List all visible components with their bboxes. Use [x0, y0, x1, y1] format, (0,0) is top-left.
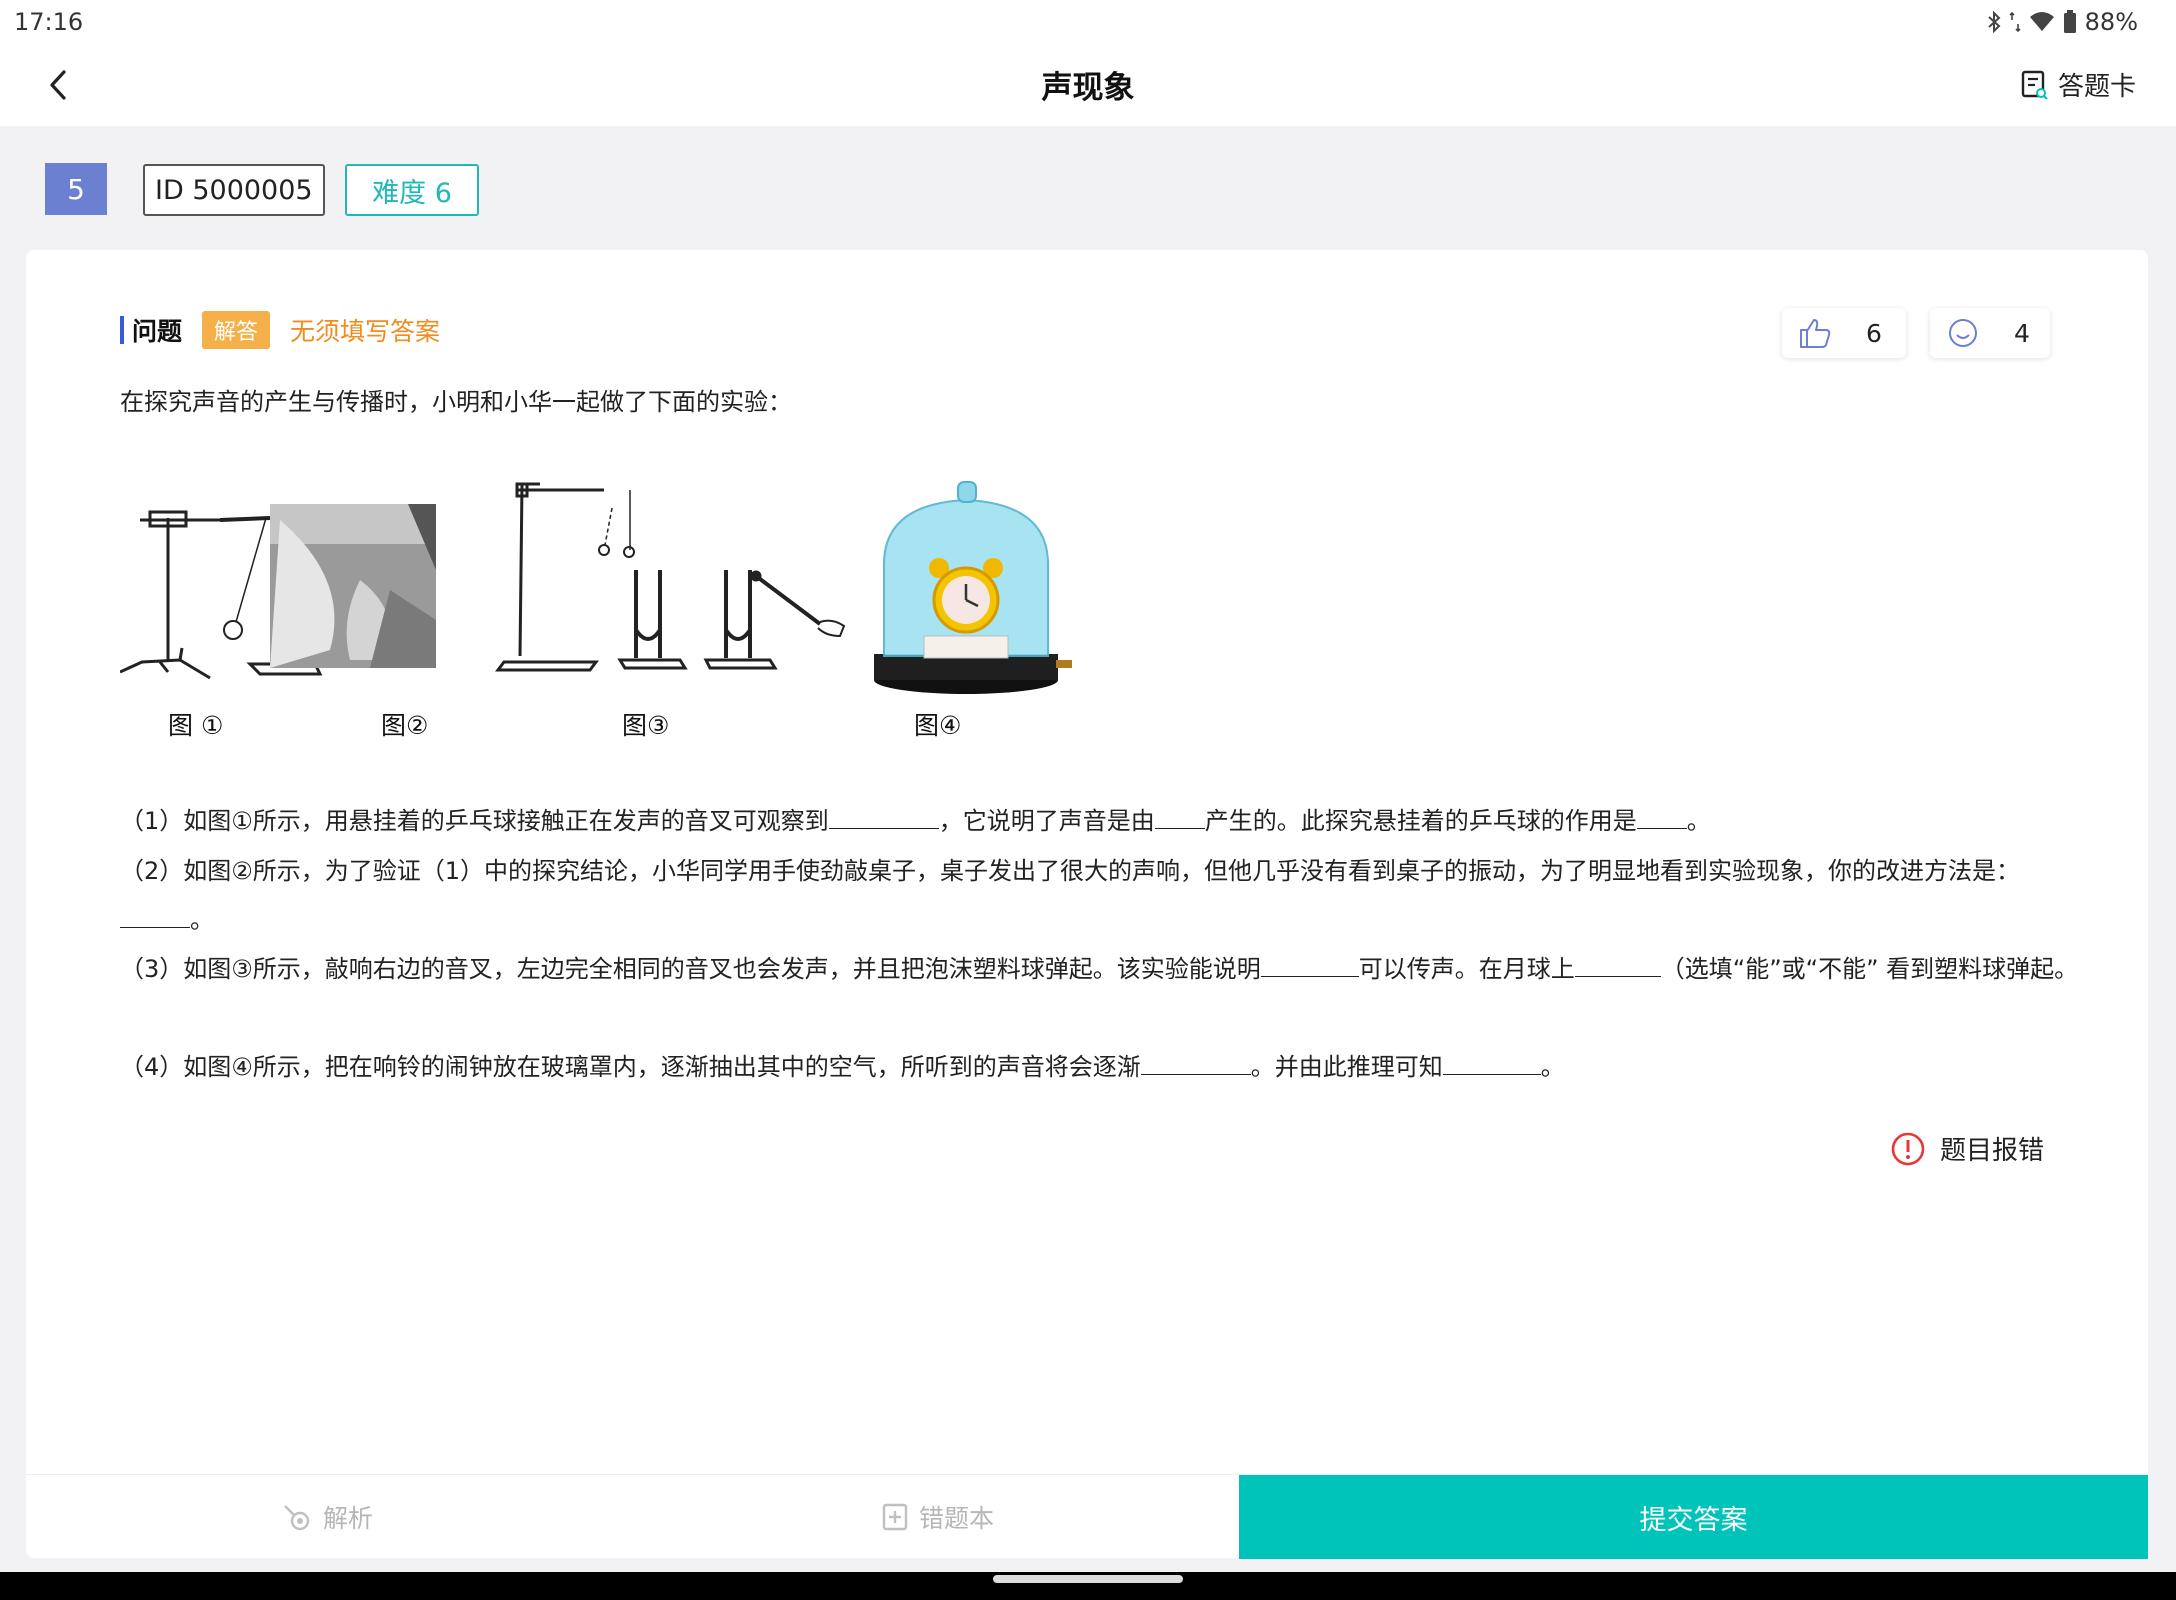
- answer-blank: [1636, 806, 1687, 829]
- add-to-book-icon: [882, 1503, 908, 1531]
- figure-1-caption: 图 ①: [168, 711, 224, 740]
- bottom-action-bar: 解析 错题本 提交答案: [26, 1474, 2148, 1559]
- status-bar: 17:16 88%: [0, 0, 2176, 44]
- status-time: 17:16: [14, 8, 84, 36]
- question-intro: 在探究声音的产生与传播时，小明和小华一起做了下面的实验：: [120, 388, 792, 416]
- thumbs-up-icon: [1800, 319, 1831, 348]
- page-title: 声现象: [1041, 70, 1135, 106]
- figure-3-caption: 图③: [622, 711, 670, 740]
- figure-4-bell-jar: [874, 481, 1072, 694]
- alert-circle-icon: [1891, 1132, 1925, 1165]
- difficulty-badge: 难度 6: [345, 164, 479, 216]
- question-card: 问题 解答 无须填写答案 6 4 在探究声音的产生与传播时，小明和小华一起做了下…: [26, 250, 2148, 1558]
- answer-card-label: 答题卡: [2057, 72, 2136, 102]
- answer-blank: [120, 905, 190, 928]
- answer-blank: [1154, 806, 1205, 829]
- analysis-label: 解析: [323, 1504, 374, 1533]
- answer-blank: [1140, 1052, 1251, 1075]
- figure-3-drawing: [495, 482, 846, 672]
- question-part-2: （2）如图②所示，为了验证（1）中的探究结论，小华同学用手使劲敲桌子，桌子发出了…: [120, 857, 2021, 934]
- answer-blank: [1260, 954, 1359, 977]
- smiley-icon: [1949, 319, 1977, 347]
- wrongbook-label: 错题本: [919, 1504, 995, 1533]
- question-type-tag: 解答: [202, 311, 271, 349]
- report-error-label: 题目报错: [1939, 1136, 2044, 1166]
- analysis-button[interactable]: 解析: [281, 1475, 373, 1559]
- like-count: 6: [1866, 318, 1882, 348]
- reaction-button[interactable]: 4: [1930, 308, 2050, 358]
- home-gesture-handle[interactable]: [993, 1575, 1183, 1583]
- like-button[interactable]: 6: [1782, 308, 1906, 358]
- answer-blank: [1574, 954, 1661, 977]
- answer-blank: [828, 806, 939, 829]
- top-bar: 声现象 答题卡: [0, 44, 2176, 126]
- question-part-1: （1）如图①所示，用悬挂着的乒乓球接触正在发声的音叉可观察到 ，它说明了声音是由产…: [120, 806, 1711, 835]
- bluetooth-icon: [1987, 11, 2001, 33]
- question-id-badge: ID 5000005: [143, 164, 325, 216]
- figure-4-caption: 图④: [914, 711, 962, 740]
- figure-2-photo: [270, 504, 436, 668]
- submit-answer-button[interactable]: 提交答案: [1239, 1475, 2148, 1559]
- wrongbook-button[interactable]: 错题本: [881, 1475, 994, 1559]
- analysis-icon: [284, 1505, 310, 1531]
- question-number-badge: 5: [45, 163, 107, 215]
- battery-icon: [2063, 10, 2076, 33]
- answer-blank: [1442, 1052, 1541, 1075]
- wifi-icon: [2029, 12, 2054, 31]
- battery-percent: 88%: [2084, 8, 2138, 36]
- answer-note: 无须填写答案: [290, 317, 441, 346]
- report-error-button[interactable]: 题目报错: [1890, 1130, 2044, 1167]
- figure-2-caption: 图②: [381, 711, 429, 740]
- experiment-figure: [120, 481, 1072, 694]
- section-marker: [120, 316, 124, 344]
- question-header: 问题 解答 无须填写答案: [120, 311, 441, 349]
- question-part-4: （4）如图④所示，把在响铃的闹钟放在玻璃罩内，逐渐抽出其中的空气，所听到的声音将…: [120, 1052, 1565, 1081]
- section-label: 问题: [132, 317, 183, 346]
- data-arrows-icon: [2009, 11, 2021, 33]
- system-navigation-bar: [0, 1572, 2176, 1600]
- question-part-3: （3）如图③所示，敲响右边的音叉，左边完全相同的音叉也会发声，并且把泡沫塑料球弹…: [120, 954, 2079, 983]
- answer-card-button[interactable]: 答题卡: [2020, 66, 2136, 103]
- answer-sheet-icon: [2021, 70, 2048, 100]
- system-icons: 88%: [1987, 8, 2138, 36]
- reaction-count: 4: [2014, 318, 2030, 348]
